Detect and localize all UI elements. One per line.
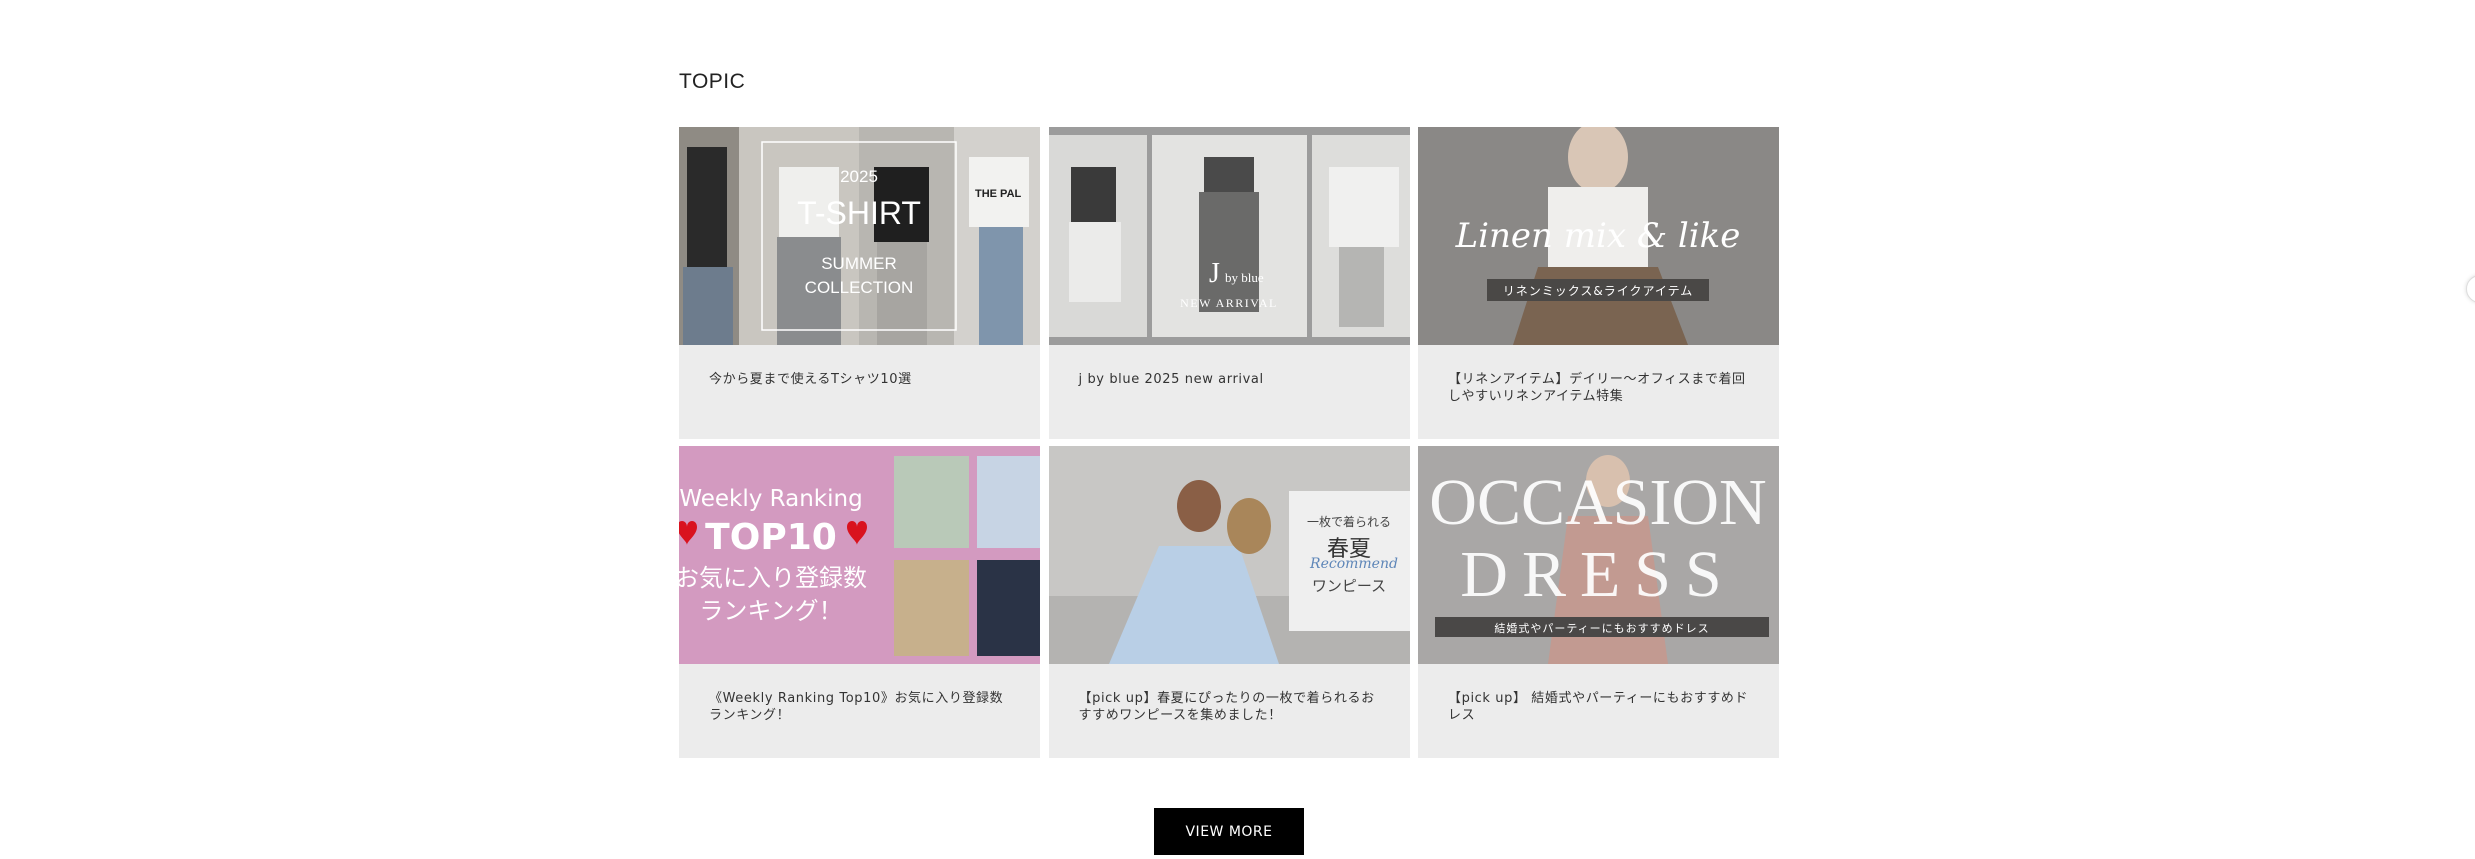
card-caption: 【pick up】春夏にぴったりの一枚で着られるおすすめワンピースを集めました！ [1078, 691, 1375, 723]
tshirt-summer-text: SUMMER [821, 254, 897, 273]
occasion-line1: OCCASION [1429, 466, 1766, 539]
card-caption: 今から夏まで使えるTシャツ10選 [709, 372, 912, 387]
card-caption: 【pick up】 結婚式やパーティーにもおすすめドレス [1448, 691, 1749, 723]
onepiece-script-text: Recommend [1309, 556, 1398, 572]
topic-section: TOPIC 2025 T-SHIRT SUMMER COLLECTION THE… [679, 0, 1779, 859]
ranking-line2: TOP10 [705, 517, 837, 558]
tshirt-year-text: 2025 [840, 167, 878, 186]
ranking-line1: Weekly Ranking [679, 486, 862, 512]
topic-card-jbyblue[interactable]: J by blue NEW ARRIVAL j by blue 2025 new… [1048, 127, 1410, 439]
tshirt-print-text: THE PAL [975, 188, 1022, 200]
tshirt-title-text: T-SHIRT [797, 195, 921, 231]
jbyblue-subtitle: NEW ARRIVAL [1180, 296, 1278, 310]
ranking-banner-image: Weekly Ranking TOP10 お気に入り登録数 ランキング！ [679, 446, 1040, 664]
tshirt-collection-text: COLLECTION [805, 278, 914, 297]
tshirt-banner-image: 2025 T-SHIRT SUMMER COLLECTION THE PAL [679, 127, 1040, 345]
linen-banner-image: Linen mix & like リネンミックス&ライクアイテム [1418, 127, 1779, 345]
onepiece-bottom-text: ワンピース [1311, 577, 1385, 595]
occasion-line2: DRESS [1460, 538, 1735, 611]
carousel-next-icon[interactable] [2466, 275, 2475, 303]
jbyblue-logo-letter: J [1209, 258, 1220, 289]
topic-card-linen[interactable]: Linen mix & like リネンミックス&ライクアイテム 【リネンアイテ… [1418, 127, 1779, 439]
section-title: TOPIC [679, 70, 746, 93]
onepiece-banner-image: 一枚で着られる 春夏 Recommend ワンピース [1048, 446, 1410, 664]
onepiece-small-text: 一枚で着られる [1306, 514, 1390, 529]
card-caption: 《Weekly Ranking Top10》お気に入り登録数ランキング！ [709, 691, 1004, 723]
linen-band-text: リネンミックス&ライクアイテム [1503, 284, 1694, 298]
topic-card-tshirt[interactable]: 2025 T-SHIRT SUMMER COLLECTION THE PAL 今… [679, 127, 1040, 439]
topic-card-ranking[interactable]: Weekly Ranking TOP10 お気に入り登録数 ランキング！ 《We… [679, 446, 1040, 758]
occasion-banner-image: OCCASION DRESS 結婚式やパーティーにもおすすめドレス [1418, 446, 1779, 664]
topic-card-onepiece[interactable]: 一枚で着られる 春夏 Recommend ワンピース 【pick up】春夏にぴ… [1048, 446, 1410, 758]
ranking-line3: お気に入り登録数 [679, 564, 867, 592]
ranking-line4: ランキング！ [699, 597, 842, 625]
topic-card-occasion[interactable]: OCCASION DRESS 結婚式やパーティーにもおすすめドレス 【pick … [1418, 446, 1779, 758]
linen-script-text: Linen mix & like [1455, 216, 1741, 256]
card-caption: j by blue 2025 new arrival [1078, 372, 1264, 387]
card-caption: 【リネンアイテム】デイリー〜オフィスまで着回しやすいリネンアイテム特集 [1448, 372, 1746, 404]
jbyblue-logo-text: by blue [1225, 270, 1264, 285]
jbyblue-banner-image: J by blue NEW ARRIVAL [1048, 127, 1410, 345]
occasion-band-text: 結婚式やパーティーにもおすすめドレス [1494, 621, 1709, 635]
topic-card-grid: 2025 T-SHIRT SUMMER COLLECTION THE PAL 今… [679, 127, 1779, 758]
view-more-button[interactable]: VIEW MORE [1154, 808, 1304, 855]
